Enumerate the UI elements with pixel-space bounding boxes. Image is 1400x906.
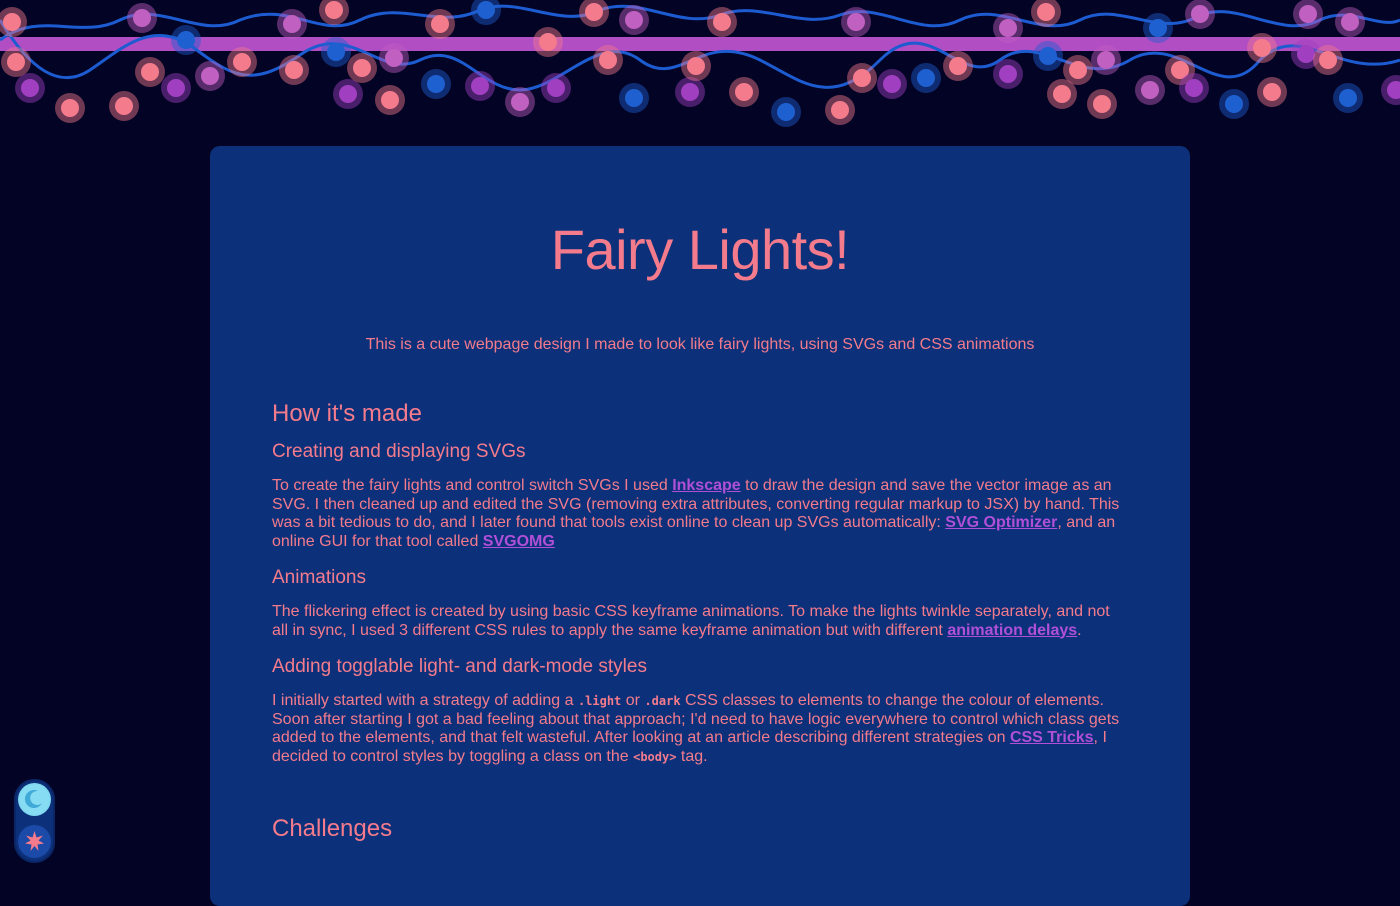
fairy-light-bulb <box>599 51 617 69</box>
fairy-light-bulb <box>539 33 557 51</box>
fairy-light-bulb <box>847 13 865 31</box>
fairy-light-bulb <box>1341 13 1359 31</box>
fairy-light-bulb <box>353 59 371 77</box>
fairy-light-bulb <box>431 15 449 33</box>
fairy-light-bulb <box>385 49 403 67</box>
fairy-light-bulb <box>471 77 489 95</box>
fairy-light-bulb <box>625 89 643 107</box>
svg-section-heading: Creating and displaying SVGs <box>272 441 526 462</box>
fairy-light-bulb <box>21 79 39 97</box>
fairy-light-bulb <box>477 1 495 19</box>
modes-text: I initially started with a strategy of a… <box>272 692 1120 765</box>
fairy-light-bulb <box>283 15 301 33</box>
fairy-light-bulb <box>167 79 185 97</box>
animation-delays-link[interactable]: animation delays <box>947 622 1077 639</box>
animations-text: The flickering effect is created by usin… <box>272 603 1110 639</box>
fairy-light-bulb <box>917 69 935 87</box>
fairy-light-bulb <box>735 83 753 101</box>
animations-heading: Animations <box>272 567 366 588</box>
dark-class-code: .dark <box>644 694 681 708</box>
fairy-light-bulb <box>1053 85 1071 103</box>
fairy-light-bulb <box>285 61 303 79</box>
fairy-light-bulb <box>883 75 901 93</box>
content-card: Fairy Lights! This is a cute webpage des… <box>210 146 1190 906</box>
page-subtitle: This is a cute webpage design I made to … <box>365 336 1035 353</box>
fairy-light-bulb <box>201 67 219 85</box>
fairy-light-bulb <box>1141 81 1159 99</box>
fairy-light-bulb <box>777 103 795 121</box>
body-tag-code: <body> <box>633 749 677 764</box>
fairy-light-bulb <box>949 57 967 75</box>
fairy-light-bulb <box>115 97 133 115</box>
fairy-light-bulb <box>325 1 343 19</box>
fairy-light-bulb <box>625 11 643 29</box>
fairy-light-bulb <box>1225 95 1243 113</box>
light-rail <box>0 37 1400 51</box>
page-title: Fairy Lights! <box>550 218 850 281</box>
fairy-light-bulb <box>511 93 529 111</box>
svg-optimizer-link[interactable]: SVG Optimizer <box>945 514 1057 531</box>
how-its-made-heading: How it's made <box>272 400 422 427</box>
fairy-light-bulb <box>547 79 565 97</box>
fairy-light-bulb <box>681 83 699 101</box>
fairy-light-bulb <box>427 75 445 93</box>
fairy-light-bulb <box>3 13 21 31</box>
fairy-light-bulb <box>1039 47 1057 65</box>
fairy-light-bulb <box>1093 95 1111 113</box>
fairy-light-bulb <box>999 65 1017 83</box>
fairy-light-bulb <box>1319 51 1337 69</box>
fairy-light-bulb <box>687 57 705 75</box>
fairy-light-bulb <box>1185 79 1203 97</box>
inkscape-link[interactable]: Inkscape <box>672 477 740 494</box>
fairy-light-bulb <box>177 31 195 49</box>
fairy-light-bulb <box>1253 39 1271 57</box>
fairy-light-bulb <box>1069 61 1087 79</box>
fairy-light-bulb <box>1191 5 1209 23</box>
fairy-light-bulb <box>339 85 357 103</box>
fairy-light-bulb <box>1097 51 1115 69</box>
fairy-lights-decoration <box>0 0 1400 127</box>
svgomg-link[interactable]: SVGOMG <box>483 533 555 550</box>
fairy-light-bulb <box>1263 83 1281 101</box>
fairy-light-bulb <box>133 9 151 27</box>
fairy-light-bulb <box>381 91 399 109</box>
sun-icon[interactable] <box>18 825 51 858</box>
light-class-code: .light <box>577 694 622 708</box>
fairy-light-bulb <box>853 69 871 87</box>
fairy-light-bulb <box>1299 5 1317 23</box>
fairy-light-bulb <box>831 101 849 119</box>
fairy-light-bulb <box>1037 3 1055 21</box>
fairy-light-bulb <box>233 53 251 71</box>
svg-section-text: To create the fairy lights and control s… <box>272 477 1120 550</box>
css-tricks-link[interactable]: CSS Tricks <box>1010 729 1094 746</box>
fairy-light-bulb <box>1149 19 1167 37</box>
fairy-light-bulb <box>61 99 79 117</box>
fairy-light-bulb <box>1339 89 1357 107</box>
theme-toggle[interactable] <box>14 779 55 863</box>
challenges-heading: Challenges <box>272 815 393 842</box>
fairy-light-bulb <box>585 3 603 21</box>
modes-heading: Adding togglable light- and dark-mode st… <box>272 656 647 677</box>
fairy-light-bulb <box>713 13 731 31</box>
moon-icon[interactable] <box>18 783 51 816</box>
fairy-light-bulb <box>1297 45 1315 63</box>
fairy-light-bulb <box>999 19 1017 37</box>
fairy-light-bulb <box>7 53 25 71</box>
fairy-light-bulb <box>141 63 159 81</box>
fairy-light-bulb <box>327 43 345 61</box>
